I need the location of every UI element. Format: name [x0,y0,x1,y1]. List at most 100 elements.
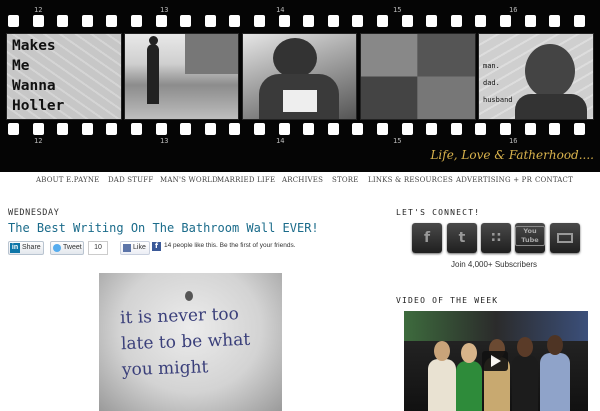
post-title-link[interactable]: The Best Writing On The Bathroom Wall EV… [8,221,319,235]
film-sprocket-hole [524,15,536,27]
blog-title-panel[interactable]: Makes Me Wanna Holler [6,33,122,120]
film-sprocket-hole [549,15,561,27]
film-sprocket-hole [377,15,388,27]
nav-item-store[interactable]: STORE [332,176,359,184]
film-sprockets-top [4,15,596,27]
nav-item-links-resources[interactable]: LINKS & RESOURCES [368,176,453,184]
nav-item-married-life[interactable]: MARRIED LIFE [217,176,275,184]
film-sprocket-hole [254,15,265,27]
film-sprocket-hole [204,123,216,135]
subscribers-link[interactable]: Join 4,000+ Subscribers [451,260,537,269]
play-icon [491,355,501,367]
like-label: Like [133,244,146,251]
film-sprocket-hole [229,15,241,27]
person-head [434,341,450,361]
twitter-social-button[interactable]: t [447,223,477,253]
person-head [517,337,533,357]
wall-mark [185,291,193,301]
post-date: WEDNESDAY [8,208,60,218]
frame-number: 14 [276,137,285,145]
film-sprocket-hole [32,15,44,27]
header-slogan: Life, Love & Fatherhood.... [430,148,594,162]
nav-item-contact[interactable]: CONTACT [535,176,573,184]
wall-writing-text: it is never too late to be what you migh… [119,304,251,381]
linkedin-share-button[interactable]: in Share [8,241,44,255]
collage-tile [418,34,475,76]
collage-tile [361,77,417,119]
facebook-icon: f [423,230,431,246]
film-sprocket-hole [475,15,487,27]
film-sprocket-hole [327,15,339,27]
film-sprocket-hole [278,15,290,27]
film-sprocket-hole [229,123,241,135]
frame-numbers-bottom: 12 13 14 15 16 [0,137,600,147]
video-backdrop [404,311,588,341]
video-heading: VIDEO OF THE WEEK [396,296,499,305]
blog-title: Makes Me Wanna Holler [12,38,65,114]
film-sprocket-hole [81,123,93,135]
twitter-icon: t [458,230,466,246]
film-sprocket-hole [180,123,192,135]
frame-number: 15 [393,137,402,145]
film-sprocket-hole [377,123,388,135]
youtube-icon: You Tube [515,226,545,246]
frame-number: 13 [160,6,169,14]
film-sprocket-hole [475,123,487,135]
facebook-like-button[interactable]: Like [120,241,150,255]
film-sprocket-hole [57,123,69,135]
nav-item-mans-world[interactable]: MAN'S WORLD [160,176,218,184]
film-sprocket-hole [450,123,462,135]
nav-item-dad-stuff[interactable]: DAD STUFF [108,176,153,184]
film-sprockets-bottom [4,123,596,135]
film-sprocket-hole [155,15,167,27]
frame-number: 12 [34,137,43,145]
connect-heading: LET'S CONNECT! [396,208,481,217]
frame-number: 15 [393,6,402,14]
portrait-body [515,94,587,119]
blog-header[interactable]: 12 13 14 15 16 Makes Me Wanna Holler man… [0,0,600,172]
frame-number: 14 [276,6,285,14]
tagline-words: man. dad. husband [483,58,513,109]
man-head [273,38,317,78]
film-sprocket-hole [500,123,511,135]
header-photo-street [124,33,239,120]
frame-number: 13 [160,137,169,145]
film-sprocket-hole [204,15,216,27]
email-social-button[interactable] [550,223,580,253]
header-photo-collage [360,33,476,120]
tagline-word: dad. [483,79,500,87]
film-sprocket-hole [573,15,585,27]
rss-social-button[interactable]: ∷ [481,223,511,253]
facebook-icon: f [152,242,161,251]
film-sprocket-hole [450,15,462,27]
linkedin-share-label: Share [22,244,41,251]
nav-item-about[interactable]: ABOUT E.PAYNE [36,176,100,184]
tagline-word: man. [483,62,500,70]
main-nav: ABOUT E.PAYNE DAD STUFF MAN'S WORLD MARR… [34,176,574,188]
youtube-social-button[interactable]: You Tube [515,223,545,253]
share-bar: in Share Tweet 10 Like f 14 people like t… [8,241,388,255]
trees [185,34,238,74]
video-player[interactable] [404,311,588,411]
nav-item-archives[interactable]: ARCHIVES [282,176,323,184]
film-sprocket-hole [131,15,142,27]
person-figure [428,359,456,411]
tweet-button[interactable]: Tweet [50,241,84,255]
header-tagline-panel: man. dad. husband [478,33,594,120]
nav-item-advertising[interactable]: ADVERTISING + PR [456,176,532,184]
tweet-label: Tweet [63,244,82,251]
paper [283,90,317,112]
film-sprocket-hole [278,123,290,135]
film-sprocket-hole [573,123,585,135]
person-head [149,36,158,45]
film-sprocket-hole [8,15,19,27]
film-sprocket-hole [303,15,315,27]
person-figure [540,353,570,411]
facebook-social-button[interactable]: f [412,223,442,253]
play-button[interactable] [482,351,508,371]
header-photo-man-reading [242,33,357,120]
film-sprocket-hole [180,15,192,27]
linkedin-icon: in [10,243,20,253]
film-sprocket-hole [524,123,536,135]
film-sprocket-hole [352,123,364,135]
